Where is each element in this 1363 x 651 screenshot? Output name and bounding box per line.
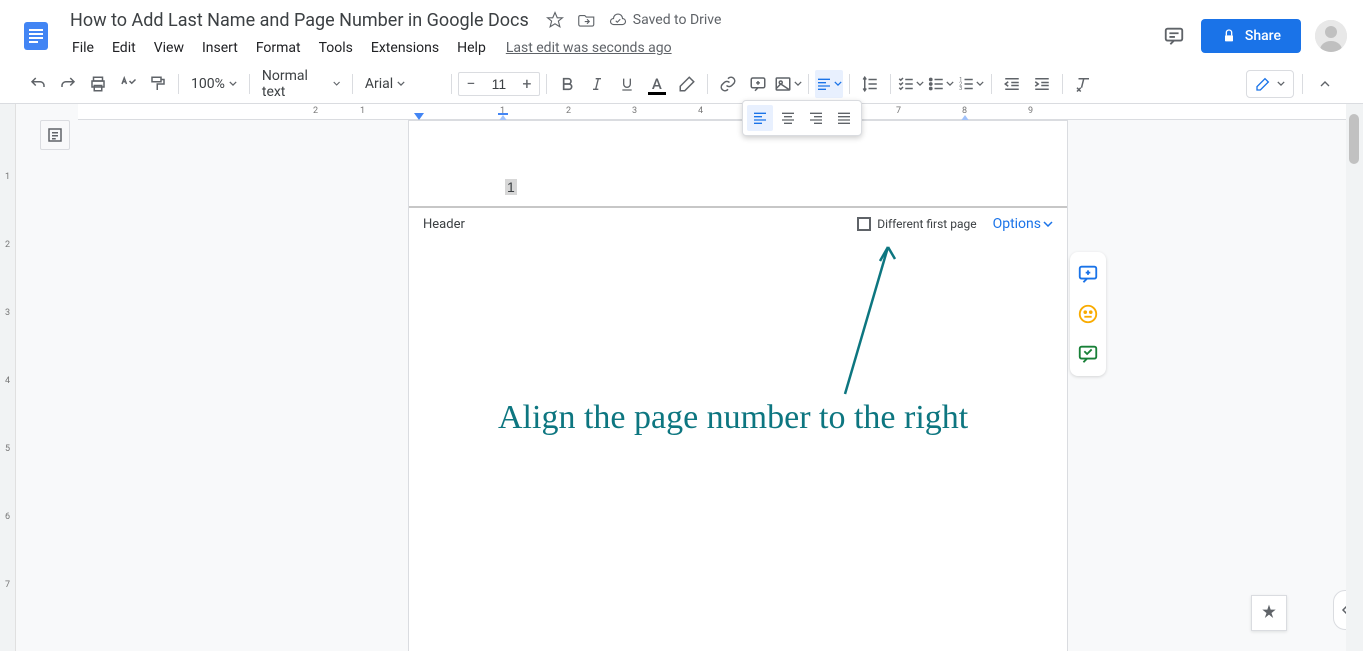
move-icon[interactable] [577, 10, 597, 30]
decrease-indent-button[interactable] [998, 70, 1026, 98]
underline-button[interactable] [613, 70, 641, 98]
style-select[interactable]: Normal text [256, 70, 346, 98]
header-zone[interactable]: 1 [409, 121, 1067, 207]
font-size-increase[interactable]: + [515, 72, 539, 96]
scroll-thumb[interactable] [1349, 114, 1359, 164]
menu-help[interactable]: Help [449, 36, 494, 60]
clear-format-button[interactable] [1069, 70, 1097, 98]
align-button[interactable] [815, 70, 843, 98]
menu-file[interactable]: File [64, 36, 102, 60]
workspace: 1 2 3 4 5 6 7 2 1 1 2 3 4 5 6 7 8 [0, 104, 1363, 651]
save-status[interactable]: Saved to Drive [609, 11, 722, 29]
star-icon[interactable] [545, 10, 565, 30]
header-bar: How to Add Last Name and Page Number in … [0, 0, 1363, 64]
canvas: 2 1 1 2 3 4 5 6 7 8 9 1 Header [78, 104, 1363, 651]
last-edit-link[interactable]: Last edit was seconds ago [506, 40, 672, 56]
docs-logo[interactable] [16, 16, 56, 56]
insert-comment-button[interactable] [744, 70, 772, 98]
outline-toggle[interactable] [40, 120, 70, 150]
annotation-text: Align the page number to the right [498, 399, 968, 437]
edit-mode-button[interactable] [1246, 70, 1294, 98]
paint-format-button[interactable] [144, 70, 172, 98]
highlight-button[interactable] [673, 70, 701, 98]
pencil-icon [1255, 76, 1271, 92]
title-area: How to Add Last Name and Page Number in … [64, 9, 1161, 63]
text-color-button[interactable]: A [643, 70, 671, 98]
toolbar: 100% Normal text Arial − + A 123 [0, 64, 1363, 104]
header-options-link[interactable]: Options [993, 216, 1053, 232]
font-size-decrease[interactable]: − [459, 72, 483, 96]
align-right-option[interactable] [803, 105, 829, 131]
align-justify-option[interactable] [831, 105, 857, 131]
add-comment-tool[interactable] [1076, 262, 1100, 286]
explore-button[interactable] [1251, 595, 1287, 631]
suggest-tool[interactable] [1076, 342, 1100, 366]
page[interactable]: 1 Header Different first page Options [408, 120, 1068, 651]
lock-icon [1221, 28, 1237, 44]
emoji-tool[interactable] [1076, 302, 1100, 326]
vertical-scrollbar[interactable] [1346, 104, 1363, 651]
bold-button[interactable] [553, 70, 581, 98]
italic-button[interactable] [583, 70, 611, 98]
undo-button[interactable] [24, 70, 52, 98]
zoom-select[interactable]: 100% [185, 70, 243, 98]
bullet-list-button[interactable] [927, 70, 955, 98]
menu-extensions[interactable]: Extensions [363, 36, 447, 60]
horizontal-ruler[interactable]: 2 1 1 2 3 4 5 6 7 8 9 [78, 104, 1363, 120]
align-popup [742, 100, 862, 136]
share-button[interactable]: Share [1201, 19, 1301, 53]
menu-tools[interactable]: Tools [311, 36, 361, 60]
vertical-ruler[interactable]: 1 2 3 4 5 6 7 [0, 104, 16, 651]
insert-image-button[interactable] [774, 70, 802, 98]
comment-history-icon[interactable] [1161, 23, 1187, 49]
doc-title[interactable]: How to Add Last Name and Page Number in … [64, 8, 535, 33]
user-avatar[interactable] [1315, 20, 1347, 52]
checkbox-icon [857, 217, 871, 231]
font-select[interactable]: Arial [359, 70, 445, 98]
font-size-input[interactable] [483, 76, 515, 92]
menu-edit[interactable]: Edit [104, 36, 144, 60]
insert-link-button[interactable] [714, 70, 742, 98]
menu-bar: File Edit View Insert Format Tools Exten… [64, 33, 1161, 63]
header-options-bar: Header Different first page Options [409, 207, 1067, 240]
align-center-option[interactable] [775, 105, 801, 131]
different-first-page-checkbox[interactable]: Different first page [857, 217, 976, 231]
menu-insert[interactable]: Insert [194, 36, 246, 60]
menu-format[interactable]: Format [248, 36, 309, 60]
redo-button[interactable] [54, 70, 82, 98]
collapse-button[interactable] [1311, 70, 1339, 98]
header-label: Header [423, 217, 465, 232]
line-spacing-button[interactable] [856, 70, 884, 98]
menu-view[interactable]: View [146, 36, 192, 60]
spellcheck-button[interactable] [114, 70, 142, 98]
print-button[interactable] [84, 70, 112, 98]
increase-indent-button[interactable] [1028, 70, 1056, 98]
side-tools [1070, 252, 1106, 376]
cloud-icon [609, 11, 627, 29]
numbered-list-button[interactable]: 123 [957, 70, 985, 98]
align-left-option[interactable] [747, 105, 773, 131]
page-number[interactable]: 1 [505, 179, 517, 195]
font-size-control: − + [458, 72, 540, 96]
svg-text:3: 3 [960, 86, 963, 92]
checklist-button[interactable] [897, 70, 925, 98]
